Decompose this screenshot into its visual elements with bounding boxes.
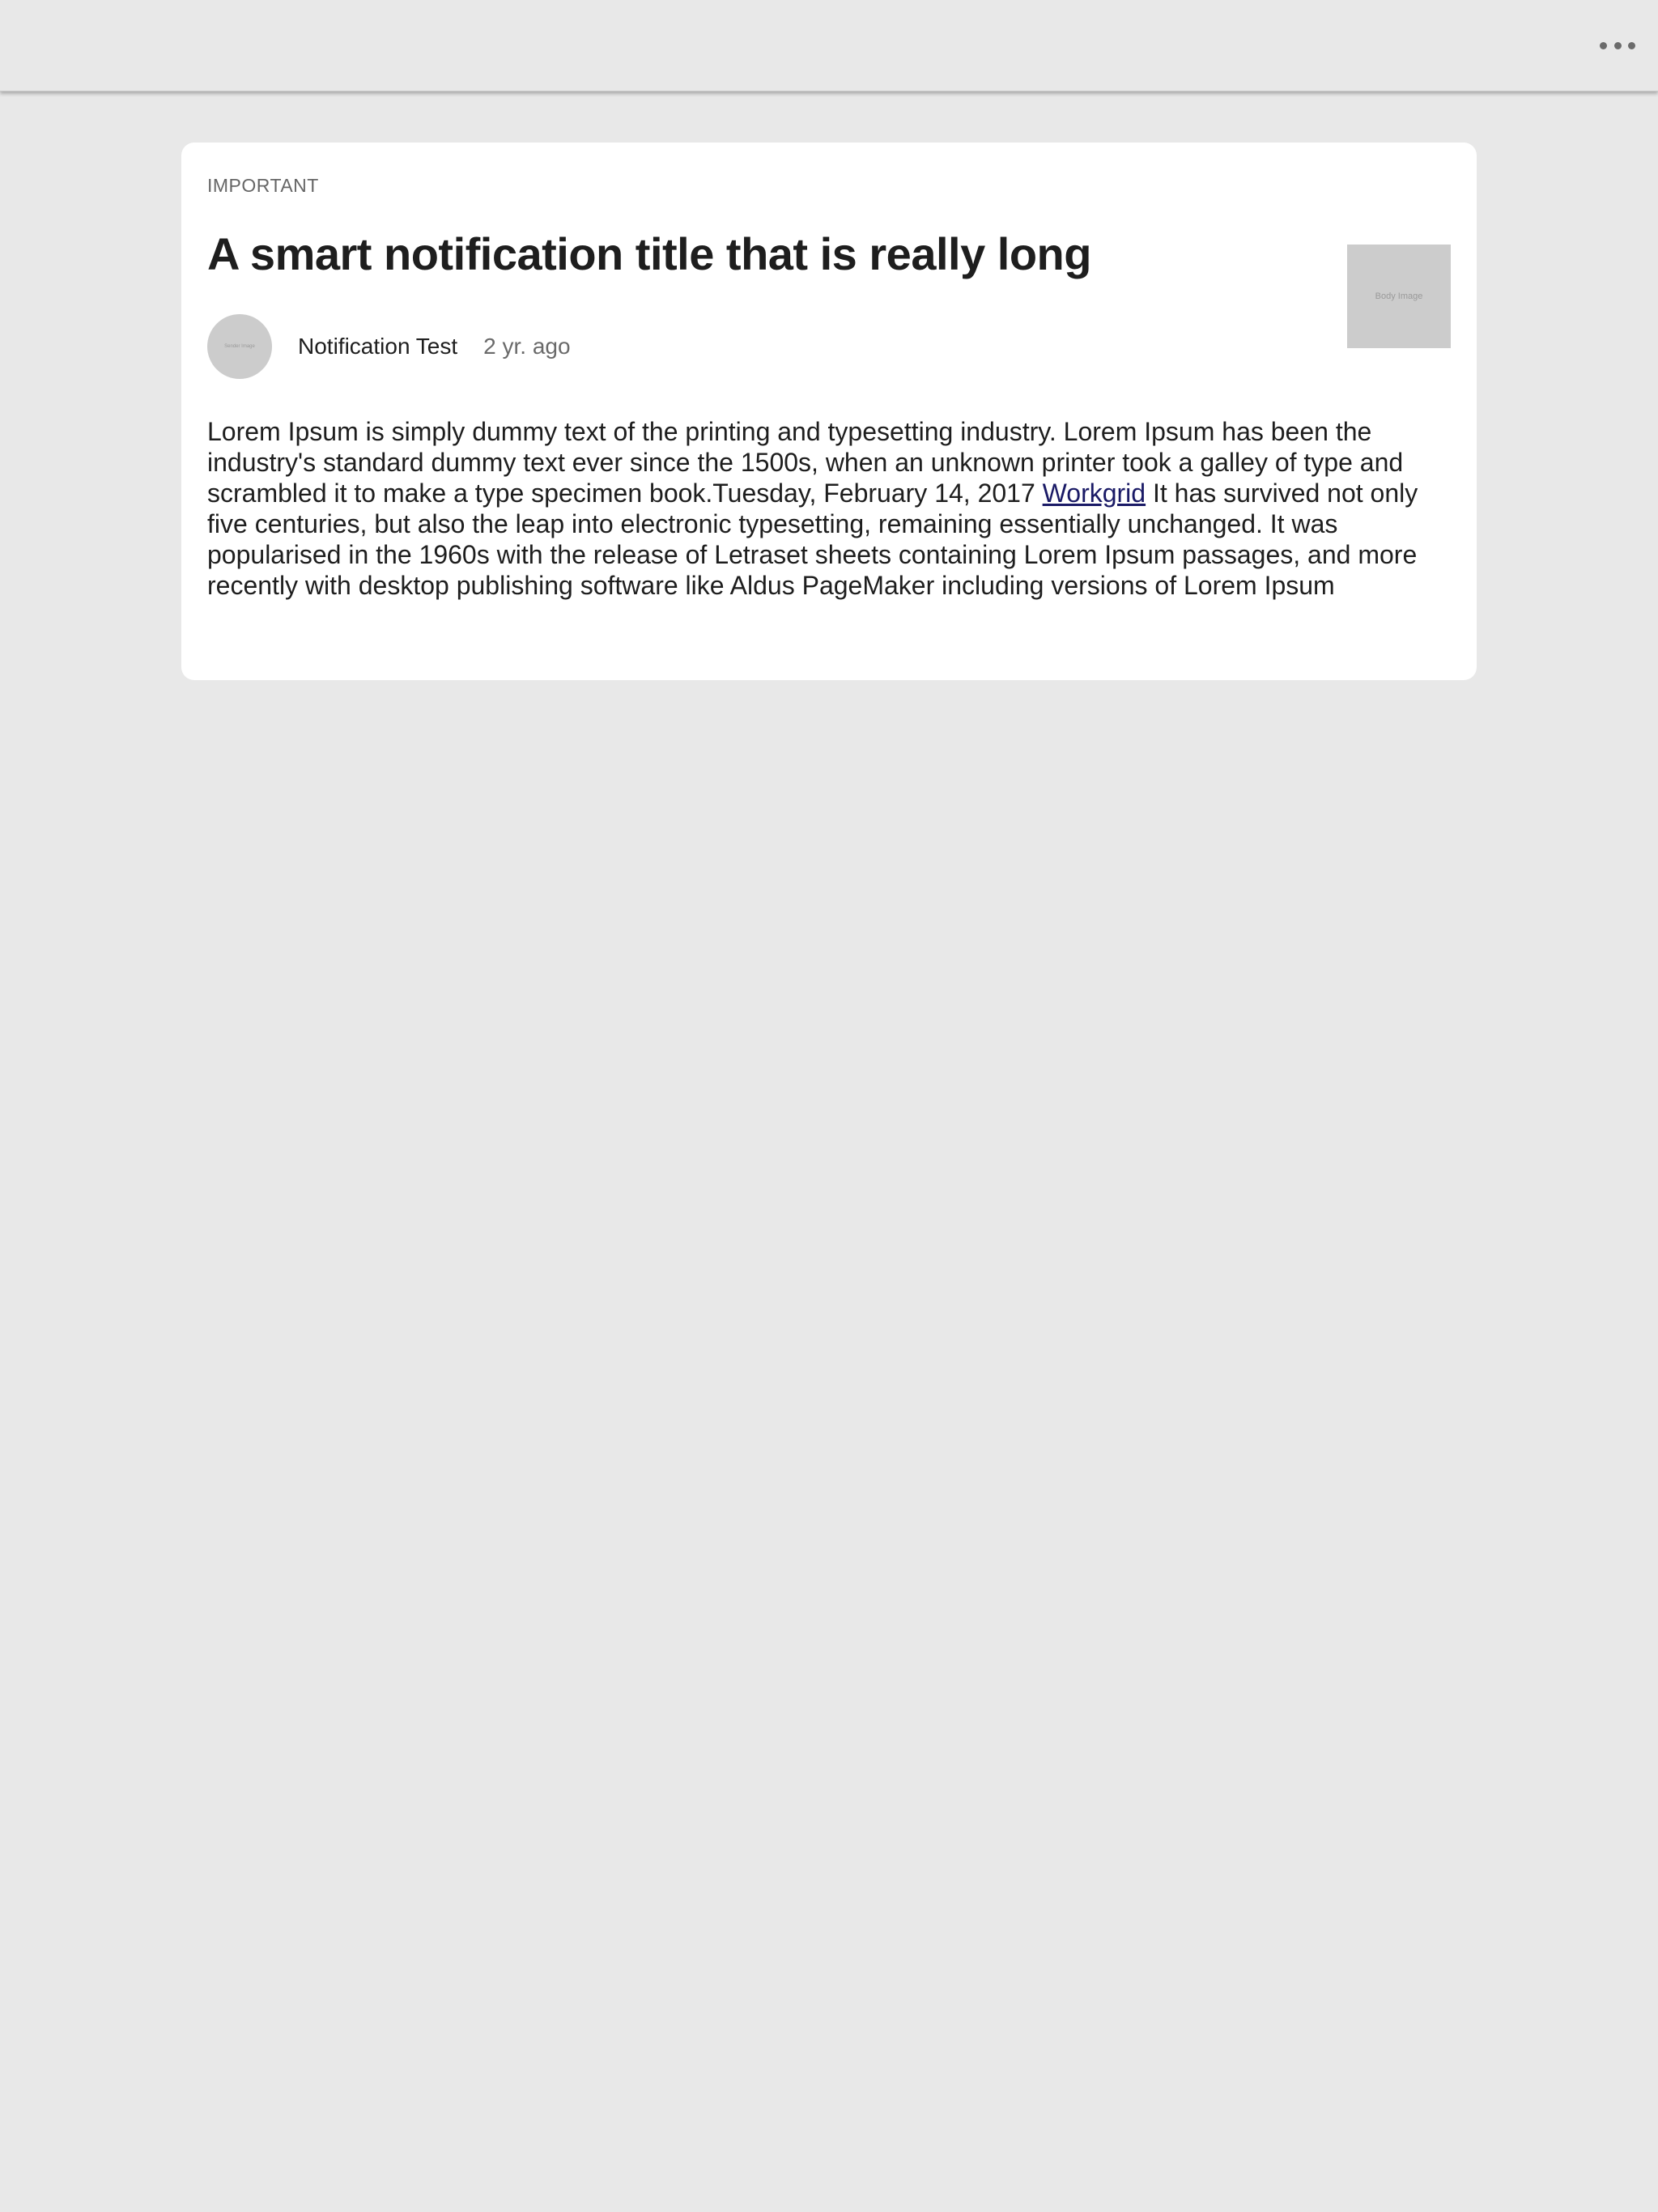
sender-avatar: Sender Image [207, 314, 272, 379]
timestamp: 2 yr. ago [483, 334, 571, 359]
notification-meta: Sender Image Notification Test 2 yr. ago [207, 314, 571, 379]
body-image: Body Image [1347, 245, 1451, 348]
more-horizontal-icon-dot [1613, 41, 1622, 49]
sender-name: Notification Test [298, 334, 458, 359]
notification-title: A smart notification title that is reall… [207, 228, 1091, 279]
notification-card: IMPORTANT A smart notification title tha… [181, 143, 1477, 680]
avatar-label: Sender Image [224, 344, 255, 349]
more-horizontal-icon [1600, 41, 1607, 49]
notification-category: IMPORTANT [207, 175, 319, 196]
more-options-button[interactable] [1600, 31, 1635, 60]
workgrid-link[interactable]: Workgrid [1043, 479, 1146, 508]
top-bar [0, 0, 1658, 91]
body-image-label: Body Image [1375, 291, 1423, 301]
more-horizontal-icon-dot [1628, 41, 1635, 49]
notification-body: Lorem Ipsum is simply dummy text of the … [207, 416, 1454, 601]
